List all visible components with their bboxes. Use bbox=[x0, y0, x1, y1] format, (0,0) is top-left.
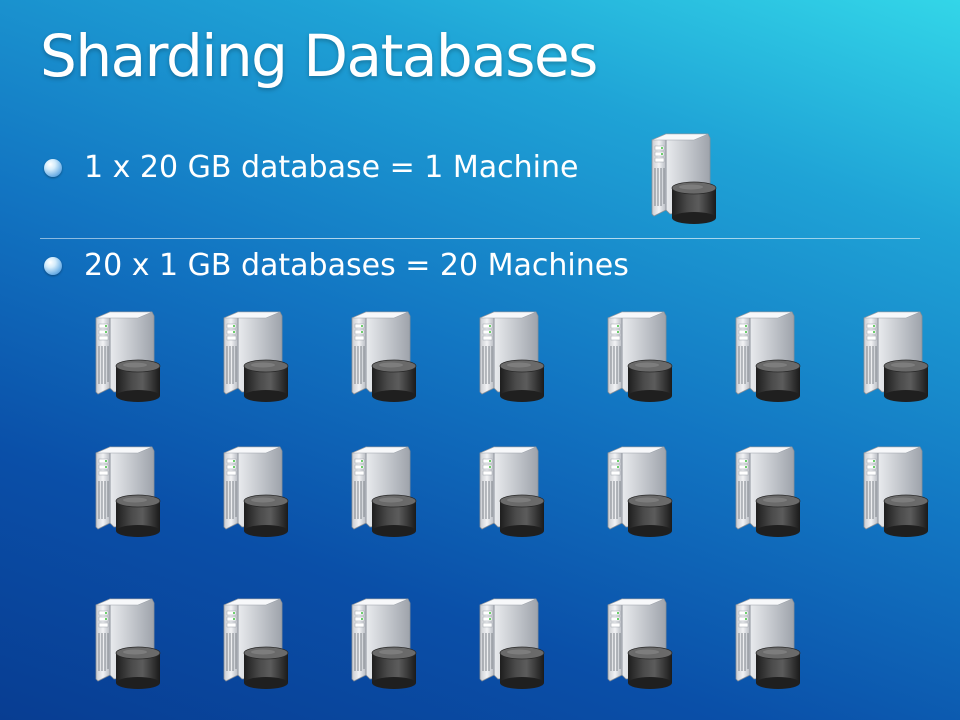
database-server-icon bbox=[602, 595, 674, 691]
database-server-icon bbox=[90, 595, 162, 691]
sphere-bullet-icon bbox=[44, 158, 62, 177]
slide: Sharding Databases 1 x 20 GB database = … bbox=[0, 0, 960, 720]
database-server-icon bbox=[602, 308, 674, 404]
database-server-icon bbox=[858, 308, 930, 404]
sphere-bullet-icon bbox=[44, 256, 62, 275]
database-server-icon bbox=[90, 308, 162, 404]
bullet-text: 1 x 20 GB database = 1 Machine bbox=[84, 150, 579, 185]
database-server-icon bbox=[602, 443, 674, 539]
database-server-icon bbox=[346, 443, 418, 539]
database-server-icon bbox=[346, 308, 418, 404]
bullet-single-database: 1 x 20 GB database = 1 Machine bbox=[44, 150, 579, 185]
database-server-icon bbox=[90, 443, 162, 539]
bullet-text: 20 x 1 GB databases = 20 Machines bbox=[84, 248, 629, 283]
database-server-icon bbox=[474, 308, 546, 404]
database-server-icon bbox=[730, 308, 802, 404]
database-server-icon bbox=[218, 308, 290, 404]
database-server-icon bbox=[474, 595, 546, 691]
database-server-icon bbox=[858, 443, 930, 539]
database-server-icon bbox=[346, 595, 418, 691]
database-server-icon bbox=[218, 595, 290, 691]
database-server-icon bbox=[474, 443, 546, 539]
divider bbox=[40, 238, 920, 239]
bullet-sharded-databases: 20 x 1 GB databases = 20 Machines bbox=[44, 248, 629, 283]
slide-title: Sharding Databases bbox=[40, 22, 598, 90]
database-server-icon bbox=[730, 443, 802, 539]
database-server-icon bbox=[730, 595, 802, 691]
database-server-icon bbox=[646, 130, 718, 226]
database-server-icon bbox=[218, 443, 290, 539]
